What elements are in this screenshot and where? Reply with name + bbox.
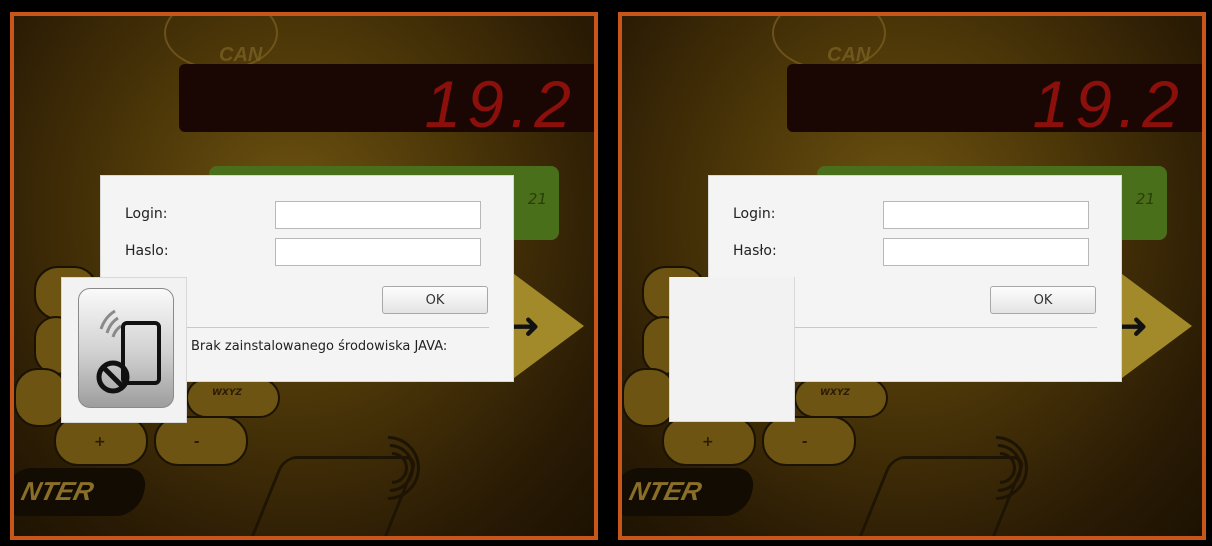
green-screen-label: 21 <box>1135 190 1155 208</box>
password-input[interactable] <box>883 238 1089 266</box>
key-label-minus: - <box>802 434 808 450</box>
key-label-plus: + <box>702 434 714 450</box>
java-missing-message: Brak zainstalowanego środowiska JAVA: <box>191 339 448 354</box>
led-display: 19.2 <box>179 64 594 141</box>
key-label-plus: + <box>94 434 106 450</box>
login-label: Login: <box>125 206 168 222</box>
enter-key: NTER <box>14 468 150 516</box>
separator <box>793 327 1097 328</box>
applet-placeholder-box <box>669 277 795 422</box>
led-display: 19.2 <box>787 64 1202 141</box>
login-input[interactable] <box>883 201 1089 229</box>
key-label-minus: - <box>194 434 200 450</box>
separator <box>185 327 489 328</box>
login-label: Login: <box>733 206 776 222</box>
keypad-key <box>14 368 68 427</box>
right-arrow-icon: ➜ <box>510 306 541 347</box>
ok-button[interactable]: OK <box>382 286 488 314</box>
keypad-key <box>154 416 248 466</box>
display-digits: 19.2 <box>424 67 577 141</box>
applet-placeholder-box <box>61 277 187 423</box>
display-digits: 19.2 <box>1032 67 1185 141</box>
key-label-wxyz: WXYZ <box>212 388 242 398</box>
enter-key-label: NTER <box>626 476 705 506</box>
enter-key: NTER <box>622 468 758 516</box>
password-label: Haslo: <box>125 243 169 259</box>
login-input[interactable] <box>275 201 481 229</box>
device-no-signal-icon <box>78 288 174 408</box>
keypad-key <box>622 368 676 427</box>
password-label: Hasło: <box>733 243 777 259</box>
ok-button[interactable]: OK <box>990 286 1096 314</box>
right-panel: CAN 19.2 21 WXYZ + - ➜ NTER Login: Hasło… <box>608 0 1212 546</box>
keypad-key <box>794 378 888 418</box>
key-label-wxyz: WXYZ <box>820 388 850 398</box>
keypad-key <box>186 378 280 418</box>
enter-key-label: NTER <box>18 476 97 506</box>
keypad-key <box>762 416 856 466</box>
password-input[interactable] <box>275 238 481 266</box>
left-panel: CAN 19.2 21 WXYZ + - ➜ NTER Login: Haslo… <box>0 0 604 546</box>
right-arrow-icon: ➜ <box>1118 306 1149 347</box>
green-screen-label: 21 <box>527 190 547 208</box>
